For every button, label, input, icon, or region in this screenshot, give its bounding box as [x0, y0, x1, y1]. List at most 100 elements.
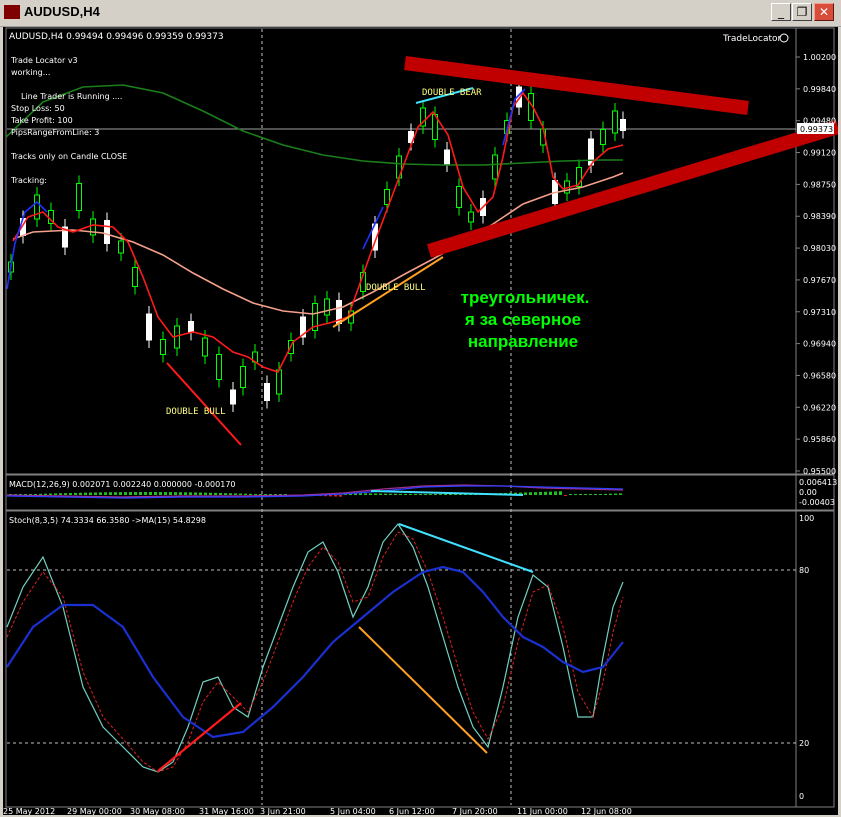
candle-body	[216, 354, 222, 380]
macd-bar	[184, 492, 187, 495]
ea-info-line: Take Profit: 100	[10, 116, 73, 125]
time-axis-label: 31 May 16:00	[199, 807, 254, 815]
price-scale-label: 0.95860	[803, 435, 836, 444]
macd-scale-top: 0.006413	[799, 478, 837, 487]
macd-bar	[164, 492, 167, 495]
macd-bar	[439, 493, 442, 495]
macd-bar	[134, 492, 137, 495]
macd-bar	[594, 494, 597, 495]
stoch-scale-20: 20	[799, 739, 809, 748]
macd-bar	[549, 491, 552, 495]
ea-info-line: working...	[11, 68, 50, 77]
macd-bar	[559, 491, 562, 495]
macd-bar	[129, 492, 132, 495]
stoch-level-lines	[7, 569, 796, 744]
price-scale-label: 0.98030	[803, 244, 836, 253]
restore-button[interactable]: ❐	[792, 3, 812, 21]
macd-bar	[444, 493, 447, 495]
macd-bar	[49, 493, 52, 495]
macd-bar	[74, 492, 77, 495]
macd-bar	[169, 492, 172, 495]
ea-info-line: Trade Locator v3	[10, 56, 78, 65]
ea-info-block: Trade Locator v3 working... Line Trader …	[10, 56, 127, 185]
annotation-line: направление	[468, 332, 578, 351]
macd-bar	[534, 492, 537, 495]
macd-bar	[589, 494, 592, 495]
macd-bar	[264, 494, 267, 495]
macd-bar	[579, 494, 582, 495]
stoch-header: Stoch(8,3,5) 74.3334 66.3580 ->MA(15) 54…	[9, 516, 206, 525]
macd-bar	[109, 492, 112, 495]
price-scale-label: 0.95500	[803, 467, 836, 476]
macd-bar	[244, 493, 247, 495]
stoch-red-pattern-line	[157, 702, 242, 772]
macd-bar	[524, 492, 527, 495]
candle-body	[468, 211, 474, 223]
triangle-lower-line	[426, 120, 838, 258]
macd-bar	[154, 492, 157, 495]
macd-bar	[529, 492, 532, 495]
macd-bar	[604, 493, 607, 495]
annotation-line: я за северное	[464, 310, 581, 329]
stoch-ma-line	[6, 565, 624, 739]
macd-bar	[544, 491, 547, 495]
chart-canvas[interactable]: AUDUSD,H4 0.99494 0.99496 0.99359 0.9937…	[3, 27, 838, 815]
window-title: AUDUSD,H4	[24, 4, 100, 19]
macd-bar	[419, 493, 422, 495]
price-scale-label: 0.99840	[803, 85, 836, 94]
current-price-label: 0.99373	[800, 125, 833, 134]
macd-bar	[124, 492, 127, 495]
macd-bar	[64, 493, 67, 495]
double-bear-label: DOUBLE BEAR	[422, 88, 482, 98]
close-button[interactable]: ✕	[814, 3, 834, 21]
price-scale-label: 0.99120	[803, 149, 836, 158]
macd-bar	[69, 492, 72, 495]
price-scale-label: 0.97310	[803, 308, 836, 317]
macd-bar	[369, 493, 372, 495]
stoch-signal-line	[6, 531, 624, 773]
candle-body	[240, 366, 246, 388]
macd-bar	[584, 494, 587, 495]
macd-bar	[404, 493, 407, 495]
time-axis-label: 5 Jun 04:00	[330, 807, 376, 815]
price-scale-label: 0.97670	[803, 276, 836, 285]
macd-bar	[204, 492, 207, 495]
macd-bar	[249, 493, 252, 495]
minimize-button[interactable]: _	[771, 3, 791, 21]
candle-body	[384, 189, 390, 205]
macd-bar	[99, 492, 102, 495]
price-scale-label: 0.96940	[803, 340, 836, 349]
macd-bar	[599, 494, 602, 495]
macd-bar	[209, 492, 212, 495]
macd-bar	[254, 493, 257, 495]
trade-locator-label[interactable]: TradeLocator	[722, 34, 782, 44]
candle-body	[146, 313, 152, 341]
time-axis-label: 25 May 2012	[3, 807, 55, 815]
time-axis-label: 29 May 00:00	[67, 807, 122, 815]
ea-info-line: Tracking:	[10, 176, 47, 185]
stoch-panel-border	[5, 510, 835, 808]
macd-bar	[269, 494, 272, 495]
candle-body	[620, 119, 626, 131]
macd-bar	[359, 493, 362, 495]
macd-bar	[179, 492, 182, 495]
macd-bar	[84, 492, 87, 495]
chart-window[interactable]: AUDUSD,H4 0.99494 0.99496 0.99359 0.9937…	[3, 27, 838, 815]
macd-bar	[394, 493, 397, 495]
stoch-scale-80: 80	[799, 566, 809, 575]
price-panel-border	[5, 27, 835, 475]
macd-bar	[119, 492, 122, 495]
time-grid	[261, 29, 512, 805]
macd-bar	[44, 493, 47, 495]
candle-body	[160, 339, 166, 355]
macd-bar	[614, 493, 617, 495]
macd-bar	[384, 493, 387, 495]
macd-bar	[39, 493, 42, 495]
macd-bar	[554, 491, 557, 495]
candle-body	[276, 369, 282, 395]
macd-bar	[424, 493, 427, 495]
candle-body	[600, 129, 606, 145]
candle-body	[188, 321, 194, 333]
window-titlebar: AUDUSD,H4 _ ❐ ✕	[0, 0, 841, 27]
macd-bar	[224, 493, 227, 495]
